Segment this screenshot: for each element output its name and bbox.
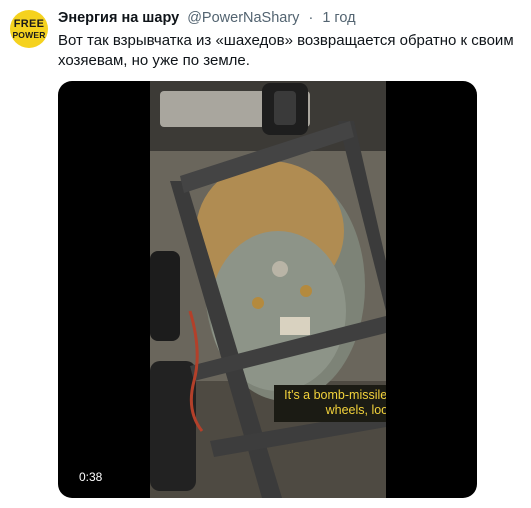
tweet-text: Вот так взрывчатка из «шахедов» возвраща… <box>58 32 514 69</box>
video-frame[interactable]: It's a bomb-missile, f*ck, on wheels, lo… <box>150 81 386 498</box>
video-subtitle: It's a bomb-missile, f*ck, on wheels, lo… <box>274 385 386 422</box>
video-player[interactable]: It's a bomb-missile, f*ck, on wheels, lo… <box>58 81 477 498</box>
video-thumbnail-image <box>150 81 386 498</box>
author-name[interactable]: Энергия на шару <box>58 10 179 26</box>
tweet-header: Энергия на шару @PowerNaShary · 1 год <box>58 9 356 27</box>
avatar-text-power: POWER <box>12 29 46 40</box>
tweet: FREE POWER Энергия на шару @PowerNaShary… <box>0 0 531 508</box>
avatar[interactable]: FREE POWER <box>10 10 48 48</box>
timestamp[interactable]: 1 год <box>322 10 355 26</box>
author-handle[interactable]: @PowerNaShary <box>187 10 299 26</box>
video-duration: 0:38 <box>79 470 103 484</box>
avatar-text-free: FREE <box>13 17 45 30</box>
separator-dot: · <box>308 10 314 26</box>
